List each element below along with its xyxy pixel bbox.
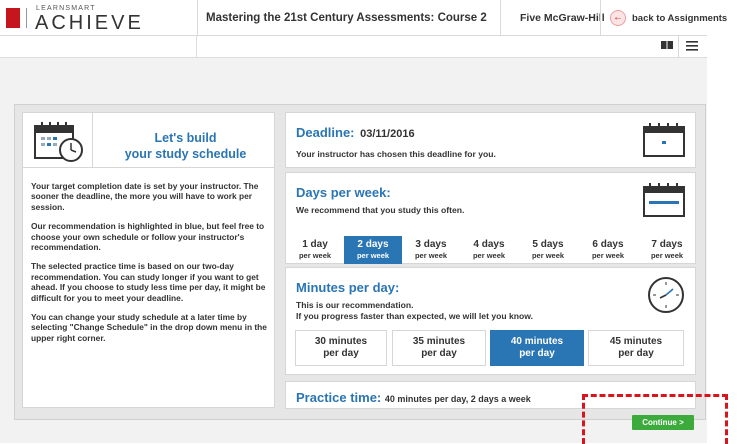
minutes-title: Minutes per day: — [296, 280, 400, 295]
window-margin — [707, 0, 737, 443]
intro-paragraph: You can change your study schedule at a … — [31, 312, 267, 343]
minutes-option-45[interactable]: 45 minutes per day — [588, 330, 684, 366]
minutes-option-unit: per day — [519, 348, 555, 359]
deadline-subtext: Your instructor has chosen this deadline… — [296, 149, 496, 159]
day-option-count: 4 days — [473, 239, 505, 250]
day-option-count: 6 days — [592, 239, 624, 250]
day-option-4[interactable]: 4 days per week — [460, 236, 518, 264]
app-header: LEARNSMART ACHIEVE Mastering the 21st Ce… — [0, 0, 727, 36]
day-option-7[interactable]: 7 days per week — [638, 236, 696, 264]
header-divider — [197, 0, 198, 36]
day-option-6[interactable]: 6 days per week — [578, 236, 638, 264]
deadline-title: Deadline: 03/11/2016 — [296, 125, 415, 140]
continue-button[interactable]: Continue > — [632, 415, 694, 430]
back-arrow-icon[interactable]: ← — [610, 10, 626, 26]
day-option-count: 5 days — [532, 239, 564, 250]
deadline-label: Deadline: — [296, 125, 355, 140]
toolbar-divider — [678, 36, 679, 58]
intro-title: Let's build your study schedule — [98, 130, 273, 162]
toolbar-left-pane — [0, 36, 197, 58]
header-divider — [600, 0, 601, 36]
day-option-unit: per week — [298, 251, 332, 260]
minutes-option-count: 40 minutes — [510, 336, 564, 347]
day-option-count: 3 days — [415, 239, 447, 250]
practice-label: Practice time: — [296, 390, 382, 405]
minutes-option-40[interactable]: 40 minutes per day — [490, 330, 584, 366]
day-option-count: 1 day — [302, 239, 328, 250]
practice-summary: Practice time: 40 minutes per day, 2 day… — [296, 390, 531, 405]
days-panel: Days per week: We recommend that you stu… — [285, 172, 696, 236]
day-option-unit: per week — [414, 251, 448, 260]
back-to-assignments-link[interactable]: back to Assignments — [632, 13, 727, 24]
user-name[interactable]: Five McGraw-Hill — [520, 12, 605, 24]
days-subtext: We recommend that you study this often. — [296, 205, 465, 215]
brand-title: ACHIEVE — [35, 12, 144, 34]
minutes-option-unit: per day — [323, 348, 359, 359]
day-option-1[interactable]: 1 day per week — [286, 236, 344, 264]
logo-divider — [26, 8, 27, 28]
days-title: Days per week: — [296, 185, 391, 200]
intro-card-header: Let's build your study schedule — [23, 113, 274, 168]
day-option-unit: per week — [591, 251, 625, 260]
mcgraw-hill-logo — [6, 8, 20, 28]
intro-card: Let's build your study schedule Your tar… — [22, 112, 275, 408]
deadline-date: 03/11/2016 — [360, 128, 415, 140]
minutes-option-count: 45 minutes — [609, 336, 663, 347]
day-option-unit: per week — [531, 251, 565, 260]
day-option-3[interactable]: 3 days per week — [402, 236, 460, 264]
intro-paragraph: Your target completion date is set by yo… — [31, 181, 259, 212]
header-divider — [500, 0, 501, 36]
minutes-subtext-1: This is our recommendation. — [296, 300, 414, 310]
minutes-option-unit: per day — [618, 348, 654, 359]
menu-icon[interactable] — [683, 39, 701, 55]
day-option-count: 2 days — [357, 239, 389, 250]
day-option-count: 7 days — [651, 239, 683, 250]
minutes-subtext-2: If you progress faster than expected, we… — [296, 311, 534, 321]
calendar-week-icon — [643, 183, 685, 217]
deadline-panel: Deadline: 03/11/2016 Your instructor has… — [285, 112, 696, 168]
brand-subtitle: LEARNSMART — [36, 5, 96, 12]
day-option-unit: per week — [356, 251, 390, 260]
day-option-unit: per week — [650, 251, 684, 260]
day-option-2[interactable]: 2 days per week — [344, 236, 402, 264]
clock-icon — [648, 277, 684, 313]
intro-icon-box — [23, 113, 93, 168]
minutes-option-count: 30 minutes — [314, 336, 368, 347]
practice-value: 40 minutes per day, 2 days a week — [384, 394, 531, 404]
intro-body: Your target completion date is set by yo… — [31, 181, 269, 352]
calendar-icon — [643, 123, 685, 157]
days-selector: 1 day per week 2 days per week 3 days per w… — [285, 236, 696, 264]
minutes-option-count: 35 minutes — [412, 336, 466, 347]
book-icon[interactable] — [658, 39, 676, 55]
minutes-option-unit: per day — [421, 348, 457, 359]
intro-paragraph: Our recommendation is highlighted in blu… — [31, 221, 265, 253]
day-option-5[interactable]: 5 days per week — [518, 236, 578, 264]
intro-title-line1: Let's build — [154, 131, 217, 145]
day-option-unit: per week — [472, 251, 506, 260]
minutes-option-30[interactable]: 30 minutes per day — [295, 330, 387, 366]
course-title: Mastering the 21st Century Assessments: … — [206, 12, 487, 24]
calendar-clock-icon — [34, 122, 83, 162]
intro-paragraph: The selected practice time is based on o… — [31, 261, 266, 303]
minutes-option-35[interactable]: 35 minutes per day — [392, 330, 486, 366]
toolbar — [0, 36, 707, 58]
intro-title-line2: your study schedule — [124, 147, 247, 161]
